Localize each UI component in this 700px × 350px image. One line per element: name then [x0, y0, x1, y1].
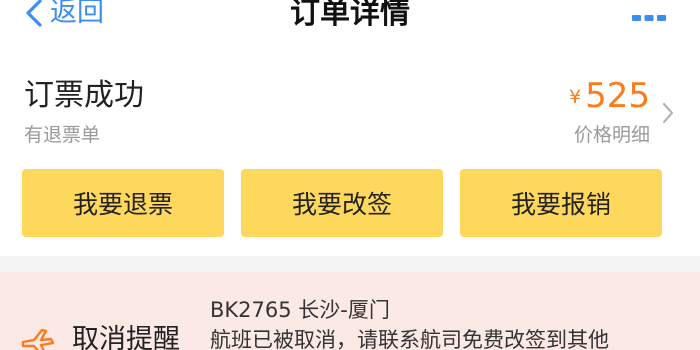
cancellation-notice[interactable]: 取消提醒 BK2765 长沙-厦门 航班已被取消，请联系航司免费改签到其他: [0, 272, 700, 350]
flight-route: BK2765 长沙-厦门: [210, 298, 390, 322]
navigation-bar: 返回 订单详情: [0, 0, 700, 32]
refund-status: 有退票单: [24, 124, 101, 146]
more-button[interactable]: [632, 8, 666, 27]
page-title: 订单详情: [290, 0, 410, 31]
airplane-icon: [21, 328, 55, 350]
order-status-card: 订票成功 有退票单 ¥525 价格明细 我要退票 我要改签 我要报销: [0, 32, 700, 256]
price: ¥525: [569, 74, 650, 124]
chevron-right-icon: [662, 102, 674, 124]
price-amount: 525: [585, 76, 650, 116]
order-detail-screen: 返回 订单详情 订票成功 有退票单 ¥525 价格明细 我要退票 我要改签 我要…: [0, 0, 700, 350]
change-ticket-button[interactable]: 我要改签: [241, 169, 443, 237]
refund-button[interactable]: 我要退票: [22, 169, 224, 237]
more-icon: [632, 15, 666, 21]
notice-label: 取消提醒: [72, 324, 180, 350]
action-buttons: 我要退票 我要改签 我要报销: [22, 169, 662, 237]
order-status: 订票成功: [24, 78, 144, 113]
price-currency: ¥: [569, 86, 582, 108]
price-detail-label: 价格明细: [573, 124, 650, 146]
reimbursement-button[interactable]: 我要报销: [460, 169, 662, 237]
notice-message: 航班已被取消，请联系航司免费改签到其他: [210, 328, 609, 350]
price-detail-link[interactable]: ¥525 价格明细: [524, 74, 674, 154]
